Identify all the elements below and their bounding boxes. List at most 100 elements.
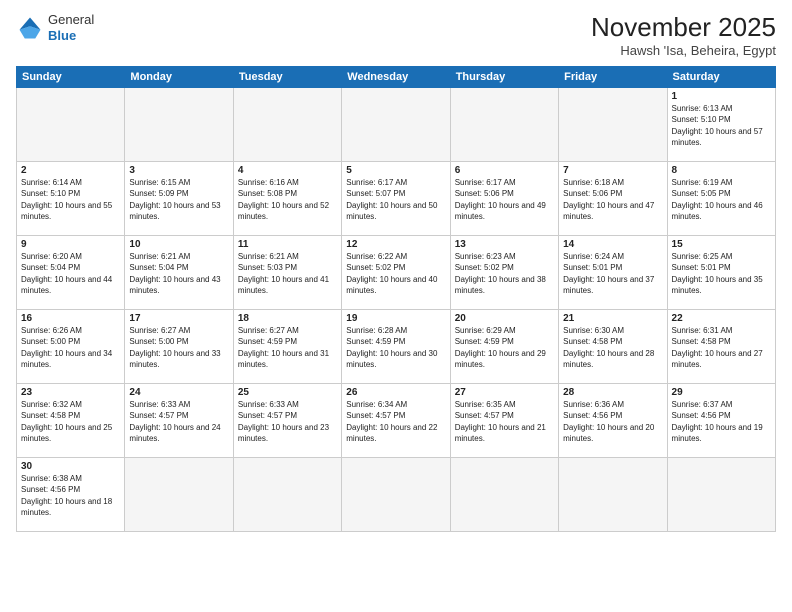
calendar-cell: 20Sunrise: 6:29 AMSunset: 4:59 PMDayligh… bbox=[450, 310, 558, 384]
day-info: Sunrise: 6:27 AMSunset: 4:59 PMDaylight:… bbox=[238, 325, 337, 370]
day-info: Sunrise: 6:32 AMSunset: 4:58 PMDaylight:… bbox=[21, 399, 120, 444]
day-header-tuesday: Tuesday bbox=[233, 67, 341, 88]
calendar-cell: 7Sunrise: 6:18 AMSunset: 5:06 PMDaylight… bbox=[559, 162, 667, 236]
calendar-week-2: 2Sunrise: 6:14 AMSunset: 5:10 PMDaylight… bbox=[17, 162, 776, 236]
day-number: 14 bbox=[563, 239, 662, 250]
day-number: 21 bbox=[563, 313, 662, 324]
day-info: Sunrise: 6:37 AMSunset: 4:56 PMDaylight:… bbox=[672, 399, 771, 444]
day-number: 23 bbox=[21, 387, 120, 398]
calendar-week-1: 1Sunrise: 6:13 AMSunset: 5:10 PMDaylight… bbox=[17, 88, 776, 162]
day-number: 7 bbox=[563, 165, 662, 176]
day-info: Sunrise: 6:17 AMSunset: 5:06 PMDaylight:… bbox=[455, 177, 554, 222]
calendar-cell: 16Sunrise: 6:26 AMSunset: 5:00 PMDayligh… bbox=[17, 310, 125, 384]
day-number: 19 bbox=[346, 313, 445, 324]
day-number: 20 bbox=[455, 313, 554, 324]
calendar-cell: 10Sunrise: 6:21 AMSunset: 5:04 PMDayligh… bbox=[125, 236, 233, 310]
day-info: Sunrise: 6:25 AMSunset: 5:01 PMDaylight:… bbox=[672, 251, 771, 296]
day-info: Sunrise: 6:36 AMSunset: 4:56 PMDaylight:… bbox=[563, 399, 662, 444]
calendar-cell bbox=[233, 458, 341, 532]
calendar-cell bbox=[342, 458, 450, 532]
calendar-cell: 1Sunrise: 6:13 AMSunset: 5:10 PMDaylight… bbox=[667, 88, 775, 162]
calendar-week-4: 16Sunrise: 6:26 AMSunset: 5:00 PMDayligh… bbox=[17, 310, 776, 384]
day-info: Sunrise: 6:33 AMSunset: 4:57 PMDaylight:… bbox=[129, 399, 228, 444]
header: General Blue November 2025 Hawsh 'Isa, B… bbox=[16, 12, 776, 58]
calendar-cell bbox=[450, 88, 558, 162]
calendar-cell: 29Sunrise: 6:37 AMSunset: 4:56 PMDayligh… bbox=[667, 384, 775, 458]
day-number: 10 bbox=[129, 239, 228, 250]
calendar-cell: 9Sunrise: 6:20 AMSunset: 5:04 PMDaylight… bbox=[17, 236, 125, 310]
day-number: 15 bbox=[672, 239, 771, 250]
day-number: 9 bbox=[21, 239, 120, 250]
day-info: Sunrise: 6:28 AMSunset: 4:59 PMDaylight:… bbox=[346, 325, 445, 370]
day-header-sunday: Sunday bbox=[17, 67, 125, 88]
day-number: 5 bbox=[346, 165, 445, 176]
calendar-cell: 25Sunrise: 6:33 AMSunset: 4:57 PMDayligh… bbox=[233, 384, 341, 458]
day-info: Sunrise: 6:21 AMSunset: 5:04 PMDaylight:… bbox=[129, 251, 228, 296]
day-number: 13 bbox=[455, 239, 554, 250]
day-info: Sunrise: 6:35 AMSunset: 4:57 PMDaylight:… bbox=[455, 399, 554, 444]
calendar-header-row: SundayMondayTuesdayWednesdayThursdayFrid… bbox=[17, 67, 776, 88]
day-info: Sunrise: 6:30 AMSunset: 4:58 PMDaylight:… bbox=[563, 325, 662, 370]
day-info: Sunrise: 6:26 AMSunset: 5:00 PMDaylight:… bbox=[21, 325, 120, 370]
calendar-cell bbox=[667, 458, 775, 532]
day-info: Sunrise: 6:17 AMSunset: 5:07 PMDaylight:… bbox=[346, 177, 445, 222]
day-number: 8 bbox=[672, 165, 771, 176]
day-number: 12 bbox=[346, 239, 445, 250]
day-number: 27 bbox=[455, 387, 554, 398]
day-info: Sunrise: 6:29 AMSunset: 4:59 PMDaylight:… bbox=[455, 325, 554, 370]
day-header-saturday: Saturday bbox=[667, 67, 775, 88]
calendar-cell: 15Sunrise: 6:25 AMSunset: 5:01 PMDayligh… bbox=[667, 236, 775, 310]
day-info: Sunrise: 6:16 AMSunset: 5:08 PMDaylight:… bbox=[238, 177, 337, 222]
calendar-cell: 5Sunrise: 6:17 AMSunset: 5:07 PMDaylight… bbox=[342, 162, 450, 236]
calendar-cell: 12Sunrise: 6:22 AMSunset: 5:02 PMDayligh… bbox=[342, 236, 450, 310]
calendar-cell: 18Sunrise: 6:27 AMSunset: 4:59 PMDayligh… bbox=[233, 310, 341, 384]
day-info: Sunrise: 6:22 AMSunset: 5:02 PMDaylight:… bbox=[346, 251, 445, 296]
day-number: 30 bbox=[21, 461, 120, 472]
day-number: 17 bbox=[129, 313, 228, 324]
calendar-page: General Blue November 2025 Hawsh 'Isa, B… bbox=[0, 0, 792, 612]
calendar-cell: 27Sunrise: 6:35 AMSunset: 4:57 PMDayligh… bbox=[450, 384, 558, 458]
day-number: 11 bbox=[238, 239, 337, 250]
calendar-table: SundayMondayTuesdayWednesdayThursdayFrid… bbox=[16, 66, 776, 532]
day-info: Sunrise: 6:13 AMSunset: 5:10 PMDaylight:… bbox=[672, 103, 771, 148]
calendar-week-5: 23Sunrise: 6:32 AMSunset: 4:58 PMDayligh… bbox=[17, 384, 776, 458]
calendar-cell: 11Sunrise: 6:21 AMSunset: 5:03 PMDayligh… bbox=[233, 236, 341, 310]
day-info: Sunrise: 6:34 AMSunset: 4:57 PMDaylight:… bbox=[346, 399, 445, 444]
calendar-week-3: 9Sunrise: 6:20 AMSunset: 5:04 PMDaylight… bbox=[17, 236, 776, 310]
logo-icon bbox=[16, 14, 44, 42]
day-number: 28 bbox=[563, 387, 662, 398]
calendar-cell: 6Sunrise: 6:17 AMSunset: 5:06 PMDaylight… bbox=[450, 162, 558, 236]
day-number: 6 bbox=[455, 165, 554, 176]
calendar-cell: 3Sunrise: 6:15 AMSunset: 5:09 PMDaylight… bbox=[125, 162, 233, 236]
day-header-thursday: Thursday bbox=[450, 67, 558, 88]
calendar-cell bbox=[450, 458, 558, 532]
day-number: 16 bbox=[21, 313, 120, 324]
day-number: 29 bbox=[672, 387, 771, 398]
calendar-cell: 19Sunrise: 6:28 AMSunset: 4:59 PMDayligh… bbox=[342, 310, 450, 384]
day-number: 26 bbox=[346, 387, 445, 398]
calendar-cell: 2Sunrise: 6:14 AMSunset: 5:10 PMDaylight… bbox=[17, 162, 125, 236]
calendar-cell: 30Sunrise: 6:38 AMSunset: 4:56 PMDayligh… bbox=[17, 458, 125, 532]
calendar-cell: 28Sunrise: 6:36 AMSunset: 4:56 PMDayligh… bbox=[559, 384, 667, 458]
day-number: 25 bbox=[238, 387, 337, 398]
day-info: Sunrise: 6:20 AMSunset: 5:04 PMDaylight:… bbox=[21, 251, 120, 296]
day-number: 4 bbox=[238, 165, 337, 176]
calendar-cell: 26Sunrise: 6:34 AMSunset: 4:57 PMDayligh… bbox=[342, 384, 450, 458]
day-info: Sunrise: 6:27 AMSunset: 5:00 PMDaylight:… bbox=[129, 325, 228, 370]
calendar-cell: 17Sunrise: 6:27 AMSunset: 5:00 PMDayligh… bbox=[125, 310, 233, 384]
logo-text: General Blue bbox=[48, 12, 94, 43]
day-info: Sunrise: 6:14 AMSunset: 5:10 PMDaylight:… bbox=[21, 177, 120, 222]
calendar-cell: 8Sunrise: 6:19 AMSunset: 5:05 PMDaylight… bbox=[667, 162, 775, 236]
day-header-wednesday: Wednesday bbox=[342, 67, 450, 88]
day-info: Sunrise: 6:21 AMSunset: 5:03 PMDaylight:… bbox=[238, 251, 337, 296]
day-info: Sunrise: 6:15 AMSunset: 5:09 PMDaylight:… bbox=[129, 177, 228, 222]
calendar-cell bbox=[342, 88, 450, 162]
location: Hawsh 'Isa, Beheira, Egypt bbox=[591, 43, 776, 58]
day-info: Sunrise: 6:31 AMSunset: 4:58 PMDaylight:… bbox=[672, 325, 771, 370]
month-title: November 2025 bbox=[591, 12, 776, 43]
day-info: Sunrise: 6:19 AMSunset: 5:05 PMDaylight:… bbox=[672, 177, 771, 222]
calendar-cell: 4Sunrise: 6:16 AMSunset: 5:08 PMDaylight… bbox=[233, 162, 341, 236]
day-number: 2 bbox=[21, 165, 120, 176]
day-info: Sunrise: 6:18 AMSunset: 5:06 PMDaylight:… bbox=[563, 177, 662, 222]
logo: General Blue bbox=[16, 12, 94, 43]
